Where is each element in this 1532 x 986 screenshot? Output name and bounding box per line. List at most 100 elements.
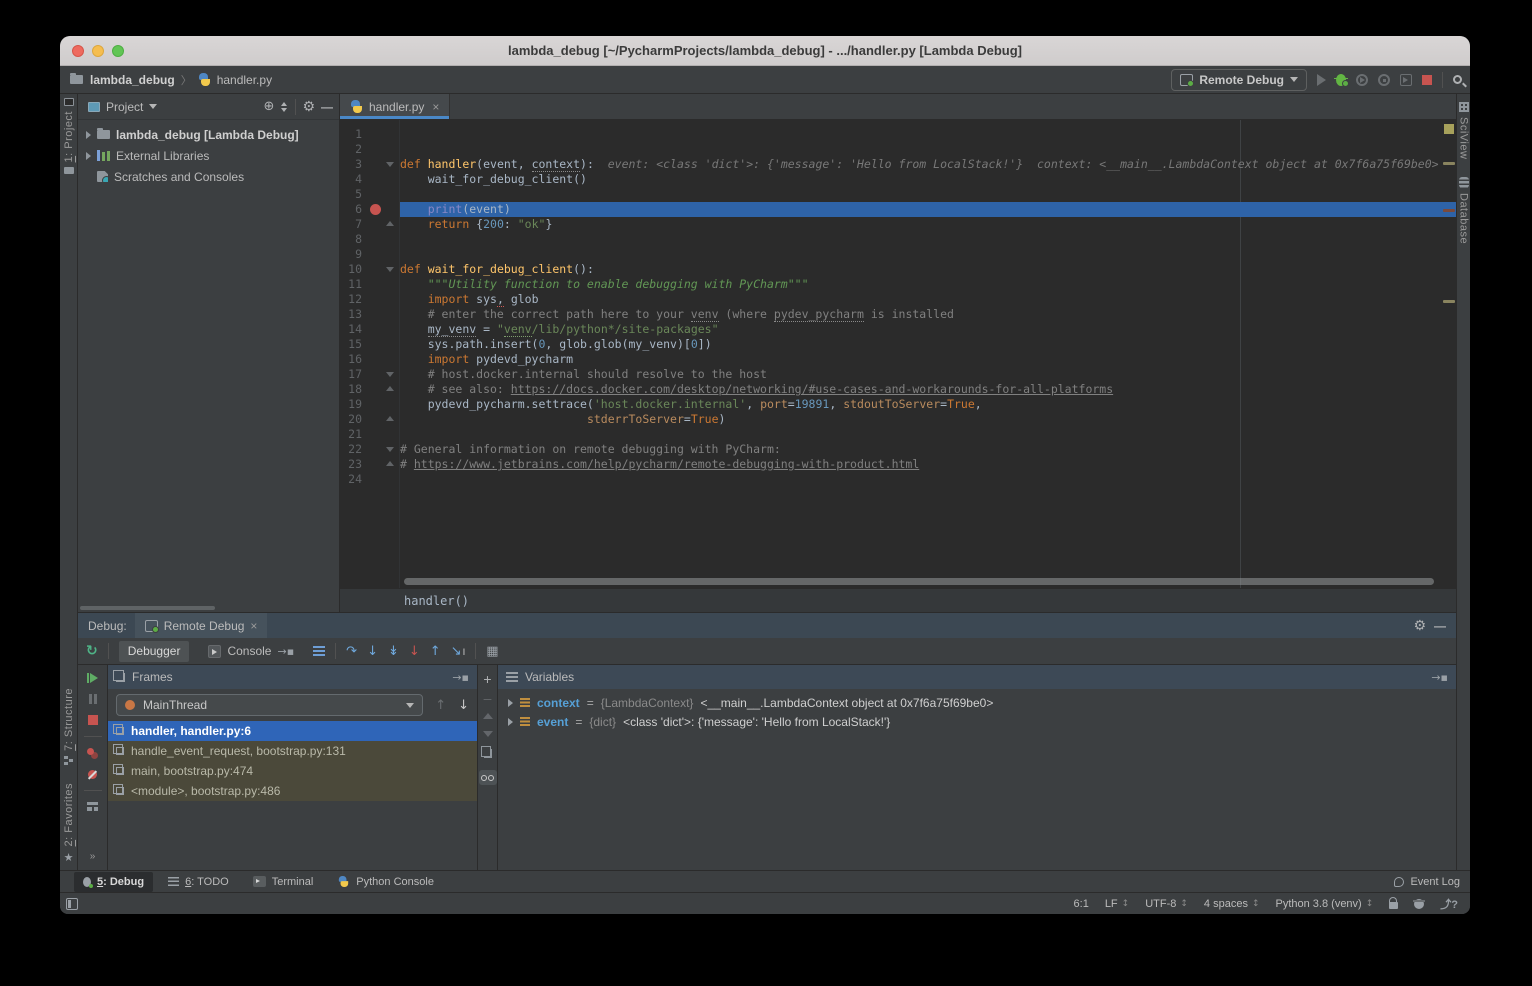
annotation-mark[interactable] [1443,300,1455,303]
event-log-button[interactable]: Event Log [1394,876,1460,888]
code-line-4[interactable]: wait_for_debug_client() [400,172,1456,187]
more-actions-icon[interactable]: » [90,851,96,862]
gutter-line-3[interactable]: 3 [340,157,399,172]
gear-icon[interactable]: ⚙ [1413,619,1426,633]
hamburger-icon[interactable] [506,672,518,682]
caret-position[interactable]: 6:1 [1074,898,1089,910]
fold-marker-icon[interactable] [386,372,394,377]
tool-window-button-todo[interactable]: 6: TODO [159,872,238,892]
indent-select[interactable]: 4 spaces↕ [1204,898,1260,910]
variable-row[interactable]: context={LambdaContext}<__main__.LambdaC… [498,693,1456,712]
gutter-line-16[interactable]: 16 [340,352,399,367]
breadcrumb-project[interactable]: lambda_debug [90,73,175,87]
tool-button-project[interactable]: 1: Project [63,98,75,174]
step-out-icon[interactable]: ↑ [430,645,441,658]
frame-item[interactable]: handler, handler.py:6 [108,721,477,741]
code-line-8[interactable] [400,232,1456,247]
add-watch-icon[interactable]: + [483,675,491,683]
pin-tab-icon[interactable]: →▪ [277,645,294,658]
close-icon[interactable]: × [250,619,257,633]
gutter-line-21[interactable]: 21 [340,427,399,442]
move-watch-down-icon[interactable] [483,731,493,737]
editor-breadcrumb-bar[interactable]: handler() [340,588,1456,612]
step-into-my-code-icon[interactable]: ↡ [388,645,399,658]
thread-selector[interactable]: MainThread [116,694,423,716]
rerun-debug-icon[interactable]: ↻ [86,644,98,658]
expand-arrow-icon[interactable] [86,131,91,139]
tool-window-button-python-console[interactable]: Python Console [328,872,443,892]
code-line-13[interactable]: # enter the correct path here to your ve… [400,307,1456,322]
fold-marker-icon[interactable] [386,267,394,272]
tool-window-toggle-icon[interactable] [66,898,78,910]
tool-window-button-terminal[interactable]: Terminal [244,872,323,892]
code-line-21[interactable] [400,427,1456,442]
locate-file-icon[interactable]: ⊕ [264,99,275,114]
lock-icon[interactable] [1389,902,1398,909]
gutter-line-1[interactable]: 1 [340,127,399,142]
tab-console[interactable]: Console →▪ [199,641,303,662]
run-button[interactable] [1317,74,1326,86]
code-line-23[interactable]: # https://www.jetbrains.com/help/pycharm… [400,457,1456,472]
remove-watch-icon[interactable]: – [484,695,492,701]
gutter-line-12[interactable]: 12 [340,292,399,307]
code-line-3[interactable]: def handler(event, context): event: <cla… [400,157,1456,172]
run-anything-button[interactable] [1400,74,1412,86]
code-line-24[interactable] [400,472,1456,487]
run-with-coverage-button[interactable] [1356,74,1368,86]
fold-marker-icon[interactable] [386,416,394,421]
code-line-1[interactable] [400,127,1456,142]
stop-button[interactable] [1422,75,1432,85]
show-watches-icon[interactable] [479,770,497,785]
debug-button[interactable] [1336,74,1346,86]
code-line-19[interactable]: pydevd_pycharm.settrace('host.docker.int… [400,397,1456,412]
gutter-line-6[interactable]: 6 [340,202,399,217]
run-to-cursor-icon[interactable]: ↘ [451,645,466,658]
tree-item[interactable]: Scratches and Consoles [78,166,339,187]
code-line-18[interactable]: # see also: https://docs.docker.com/desk… [400,382,1456,397]
next-frame-icon[interactable]: ↓ [458,698,469,713]
code-line-7[interactable]: return {200: "ok"} [400,217,1456,232]
fold-marker-icon[interactable] [386,386,394,391]
tool-button-sciview[interactable]: SciView [1458,102,1470,159]
tool-button-favorites[interactable]: 2: Favorites ★ [63,783,75,864]
gutter-line-19[interactable]: 19 [340,397,399,412]
editor-annotation-stripe[interactable] [1442,120,1456,588]
stop-icon[interactable] [88,715,98,725]
code-line-16[interactable]: import pydevd_pycharm [400,352,1456,367]
encoding-select[interactable]: UTF-8↕ [1145,898,1188,910]
debug-session-tab[interactable]: Remote Debug × [135,613,268,638]
hide-panel-icon[interactable]: — [1434,619,1446,633]
fold-marker-icon[interactable] [386,162,394,167]
profiler-button[interactable] [1378,74,1390,86]
gutter-line-11[interactable]: 11 [340,277,399,292]
expand-arrow-icon[interactable] [508,718,513,726]
scope-breadcrumb[interactable]: handler() [404,594,469,608]
gutter-line-9[interactable]: 9 [340,247,399,262]
annotation-mark[interactable] [1443,162,1455,165]
variable-row[interactable]: event={dict}<class 'dict'>: {'message': … [498,712,1456,731]
code-line-6[interactable]: print(event) [400,202,1456,217]
gutter-line-20[interactable]: 20 [340,412,399,427]
view-breakpoints-icon[interactable] [87,748,94,755]
code-line-15[interactable]: sys.path.insert(0, glob.glob(my_venv)[0]… [400,337,1456,352]
gutter-line-7[interactable]: 7 [340,217,399,232]
gutter-line-4[interactable]: 4 [340,172,399,187]
fold-marker-icon[interactable] [386,461,394,466]
code-line-2[interactable] [400,142,1456,157]
expand-arrow-icon[interactable] [508,699,513,707]
fold-marker-icon[interactable] [386,221,394,226]
collapse-all-icon[interactable] [280,102,289,112]
evaluate-expression-icon[interactable]: ▦ [486,644,498,659]
code-line-20[interactable]: stderrToServer=True) [400,412,1456,427]
code-line-17[interactable]: # host.docker.internal should resolve to… [400,367,1456,382]
interpreter-select[interactable]: Python 3.8 (venv)↕ [1276,898,1374,910]
move-watch-up-icon[interactable] [483,713,493,719]
expand-arrow-icon[interactable] [86,152,91,160]
code-line-9[interactable] [400,247,1456,262]
force-step-into-icon[interactable]: ↓ [409,645,420,658]
code-line-10[interactable]: def wait_for_debug_client(): [400,262,1456,277]
project-horizontal-scrollbar[interactable] [80,606,215,610]
pause-program-icon[interactable] [89,694,97,704]
frame-item[interactable]: handle_event_request, bootstrap.py:131 [108,741,477,761]
fold-marker-icon[interactable] [386,447,394,452]
